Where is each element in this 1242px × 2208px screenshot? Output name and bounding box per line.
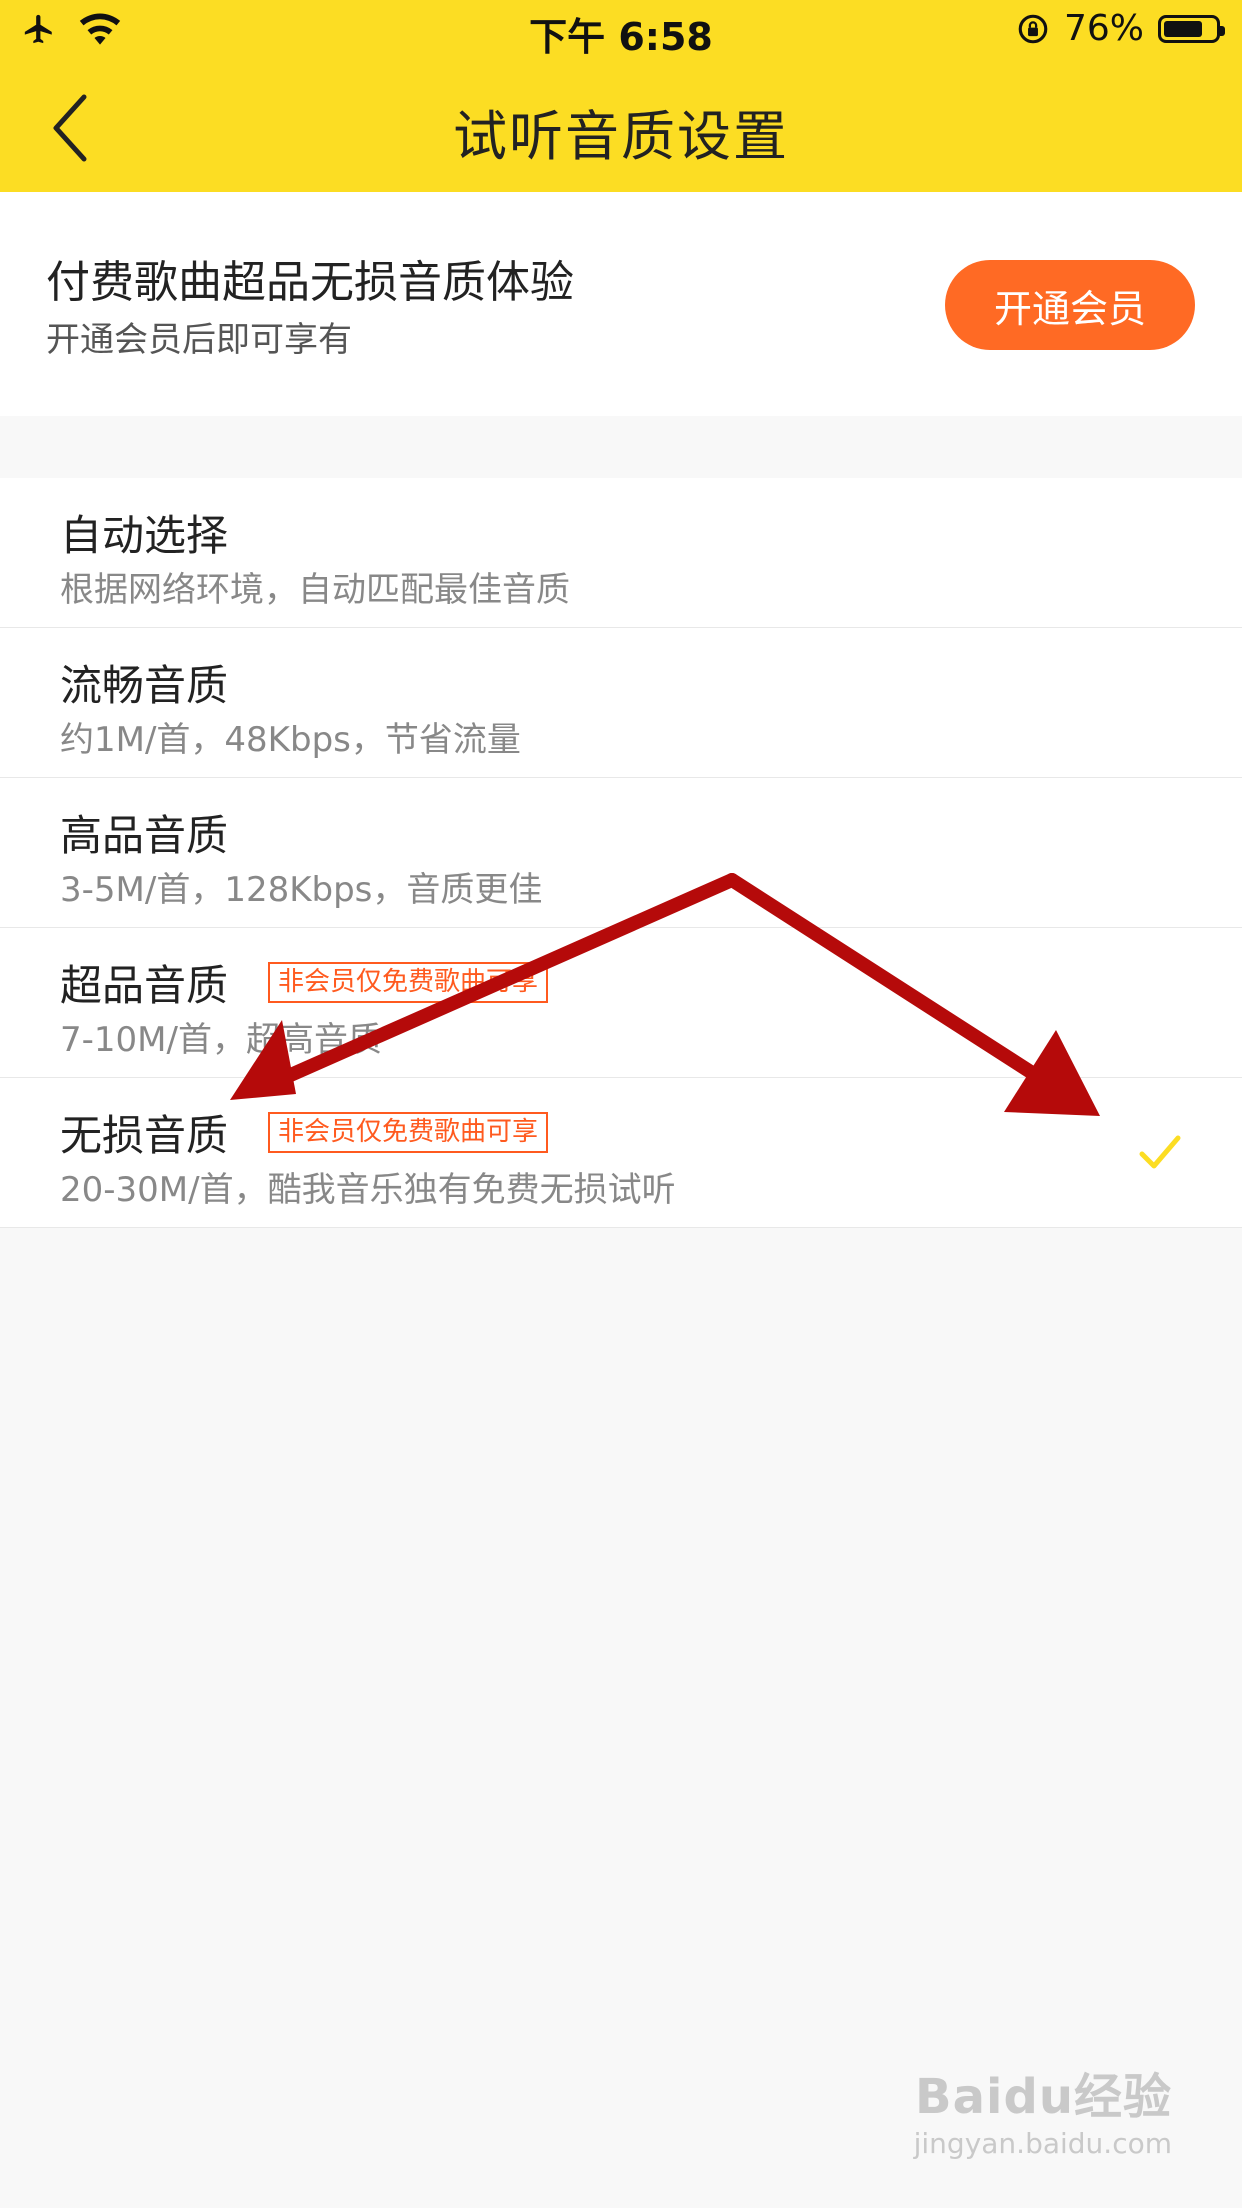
promo-subtitle: 开通会员后即可享有 — [46, 320, 352, 360]
option-description: 20-30M/首，酷我音乐独有免费无损试听 — [60, 1170, 676, 1210]
quality-option-smooth[interactable]: 流畅音质 约1M/首，48Kbps，节省流量 — [0, 628, 1242, 778]
option-description: 7-10M/首，超高音质 — [60, 1020, 382, 1060]
quality-option-lossless[interactable]: 无损音质 非会员仅免费歌曲可享 20-30M/首，酷我音乐独有免费无损试听 — [0, 1078, 1242, 1228]
baidu-jingyan-watermark: Baidu经验 jingyan.baidu.com — [914, 2057, 1172, 2160]
member-badge: 非会员仅免费歌曲可享 — [268, 1112, 549, 1153]
promo-title: 付费歌曲超品无损音质体验 — [46, 257, 574, 308]
quality-option-super[interactable]: 超品音质 非会员仅免费歌曲可享 7-10M/首，超高音质 — [0, 928, 1242, 1078]
option-title-row: 流畅音质 — [60, 652, 228, 713]
open-vip-button[interactable]: 开通会员 — [945, 260, 1195, 350]
status-right: 76% — [1016, 8, 1225, 49]
option-title: 自动选择 — [60, 511, 229, 560]
status-bar: 下午 6:58 76% — [0, 0, 1242, 62]
option-description: 根据网络环境，自动匹配最佳音质 — [60, 570, 570, 610]
option-title: 流畅音质 — [60, 661, 229, 710]
battery-icon — [1158, 14, 1225, 43]
orientation-lock-icon — [1018, 14, 1048, 43]
option-description: 3-5M/首，128Kbps，音质更佳 — [60, 870, 543, 910]
option-title: 高品音质 — [60, 811, 229, 860]
option-title-row: 自动选择 — [60, 502, 228, 563]
vip-promo-banner: 付费歌曲超品无损音质体验 开通会员后即可享有 开通会员 — [0, 192, 1242, 416]
member-badge: 非会员仅免费歌曲可享 — [268, 962, 549, 1003]
quality-option-high[interactable]: 高品音质 3-5M/首，128Kbps，音质更佳 — [0, 778, 1242, 928]
quality-option-auto[interactable]: 自动选择 根据网络环境，自动匹配最佳音质 — [0, 478, 1242, 628]
page-title: 试听音质设置 — [453, 105, 789, 168]
battery-percent: 76% — [1063, 8, 1144, 49]
watermark-url: jingyan.baidu.com — [913, 2127, 1172, 2160]
battery-cap — [1220, 25, 1225, 36]
option-title-row: 高品音质 — [60, 802, 228, 863]
option-title: 超品音质 — [60, 961, 229, 1010]
battery-fill — [1164, 20, 1202, 37]
option-title-row: 超品音质 非会员仅免费歌曲可享 — [60, 952, 549, 1013]
watermark-logo: Baidu经验 — [915, 2069, 1172, 2125]
option-title: 无损音质 — [60, 1111, 229, 1160]
option-title-row: 无损音质 非会员仅免费歌曲可享 — [60, 1102, 549, 1163]
app-header: 下午 6:58 76% 试听音质设置 — [0, 0, 1242, 192]
checkmark-icon — [1139, 1135, 1181, 1169]
quality-options-list: 自动选择 根据网络环境，自动匹配最佳音质 流畅音质 约1M/首，48Kbps，节… — [0, 478, 1242, 1228]
option-description: 约1M/首，48Kbps，节省流量 — [60, 720, 521, 760]
